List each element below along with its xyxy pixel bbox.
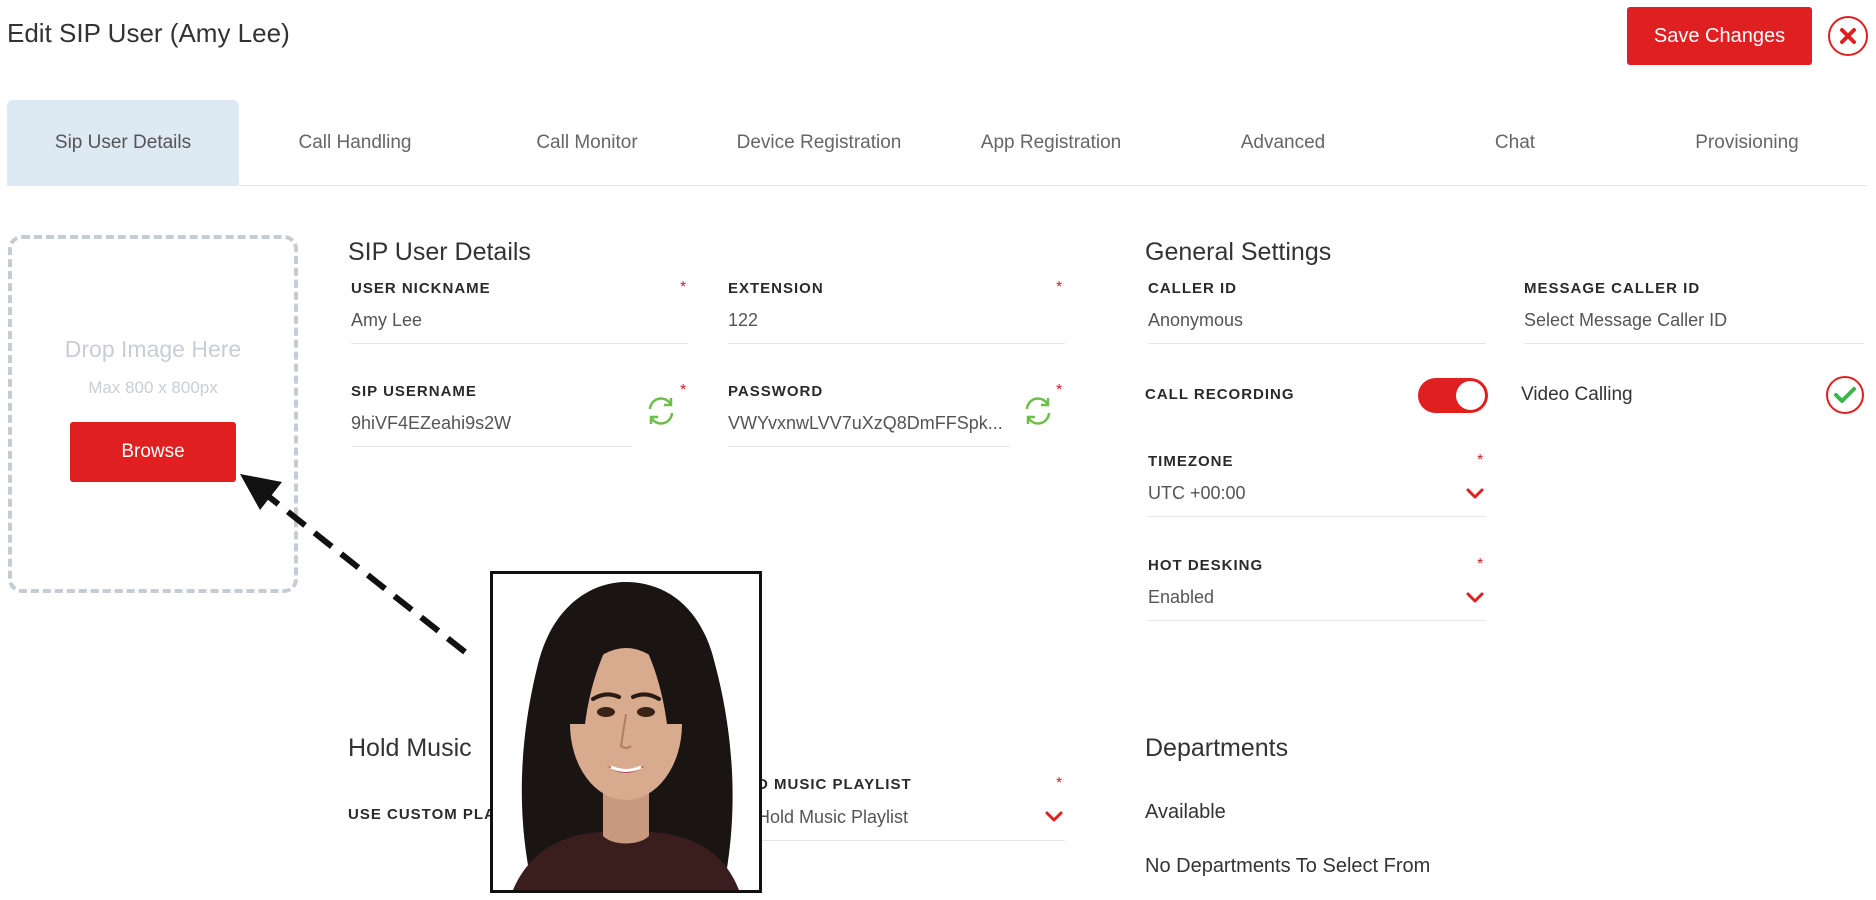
divider (351, 446, 633, 447)
required-marker: * (1056, 382, 1063, 399)
sip-user-details-title: SIP User Details (348, 238, 531, 266)
caller-id-label: CALLER ID (1148, 280, 1237, 297)
toggle-knob (1456, 381, 1485, 410)
required-marker: * (1056, 775, 1063, 792)
check-icon (1834, 387, 1856, 403)
tab-device-registration[interactable]: Device Registration (703, 100, 935, 186)
page-title: Edit SIP User (Amy Lee) (7, 18, 290, 48)
divider (1148, 343, 1486, 344)
tab-call-monitor[interactable]: Call Monitor (471, 100, 703, 186)
drop-zone-subtitle: Max 800 x 800px (88, 378, 218, 397)
call-recording-label: CALL RECORDING (1145, 386, 1295, 403)
departments-title: Departments (1145, 734, 1289, 762)
required-marker: * (680, 279, 687, 296)
timezone-label: TIMEZONE (1148, 453, 1234, 470)
close-x-icon (1840, 28, 1856, 44)
close-button[interactable] (1828, 16, 1868, 56)
required-marker: * (1477, 556, 1484, 573)
hold-music-playlist-select[interactable]: Hold Music Playlist (757, 807, 1017, 828)
hold-music-title: Hold Music (348, 734, 472, 762)
required-marker: * (1056, 279, 1063, 296)
user-nickname-label: USER NICKNAME (351, 280, 491, 297)
tab-chat[interactable]: Chat (1399, 100, 1631, 186)
hot-desking-label: HOT DESKING (1148, 557, 1264, 574)
timezone-select[interactable]: UTC +00:00 (1148, 483, 1448, 504)
message-caller-id-label: MESSAGE CALLER ID (1524, 280, 1701, 297)
video-calling-label: Video Calling (1521, 384, 1633, 405)
drop-zone-title: Drop Image Here (64, 336, 242, 362)
divider (1524, 343, 1864, 344)
divider (1148, 516, 1486, 517)
browse-button[interactable]: Browse (70, 422, 236, 482)
refresh-icon[interactable] (644, 394, 678, 428)
chevron-down-icon[interactable] (1044, 810, 1064, 824)
departments-available-label: Available (1145, 801, 1226, 823)
chevron-down-icon[interactable] (1465, 591, 1485, 605)
divider (728, 343, 1065, 344)
portrait-photo (490, 571, 762, 893)
tab-advanced[interactable]: Advanced (1167, 100, 1399, 186)
required-marker: * (1477, 452, 1484, 469)
password-input[interactable]: VWYvxnwLVV7uXzQ8DmFFSpk... (728, 413, 1008, 434)
divider (728, 446, 1010, 447)
divider (757, 840, 1065, 841)
tab-sip-user-details[interactable]: Sip User Details (7, 100, 239, 186)
portrait-image (493, 574, 759, 890)
divider (351, 343, 688, 344)
chevron-down-icon[interactable] (1465, 487, 1485, 501)
extension-label: EXTENSION (728, 280, 824, 297)
save-changes-button[interactable]: Save Changes (1627, 7, 1812, 65)
sip-username-input[interactable]: 9hiVF4EZeahi9s2W (351, 413, 631, 434)
tab-bar: Sip User Details Call Handling Call Moni… (7, 100, 1867, 186)
dashed-arrow-icon (240, 474, 467, 655)
required-marker: * (680, 382, 687, 399)
tab-app-registration[interactable]: App Registration (935, 100, 1167, 186)
video-calling-checkbox[interactable] (1826, 376, 1864, 414)
password-label: PASSWORD (728, 383, 824, 400)
call-recording-toggle[interactable] (1418, 378, 1488, 413)
divider (1148, 620, 1486, 621)
extension-input[interactable]: 122 (728, 310, 1065, 331)
message-caller-id-select[interactable]: Select Message Caller ID (1524, 310, 1864, 331)
caller-id-select[interactable]: Anonymous (1148, 310, 1486, 331)
tab-call-handling[interactable]: Call Handling (239, 100, 471, 186)
user-nickname-input[interactable]: Amy Lee (351, 310, 688, 331)
sip-username-label: SIP USERNAME (351, 383, 477, 400)
departments-empty-text: No Departments To Select From (1145, 855, 1431, 877)
use-custom-playlist-label: USE CUSTOM PLA (348, 806, 496, 823)
refresh-icon[interactable] (1021, 394, 1055, 428)
general-settings-title: General Settings (1145, 238, 1332, 266)
hot-desking-select[interactable]: Enabled (1148, 587, 1448, 608)
hold-music-playlist-label: D MUSIC PLAYLIST (757, 776, 912, 793)
tab-provisioning[interactable]: Provisioning (1631, 100, 1863, 186)
